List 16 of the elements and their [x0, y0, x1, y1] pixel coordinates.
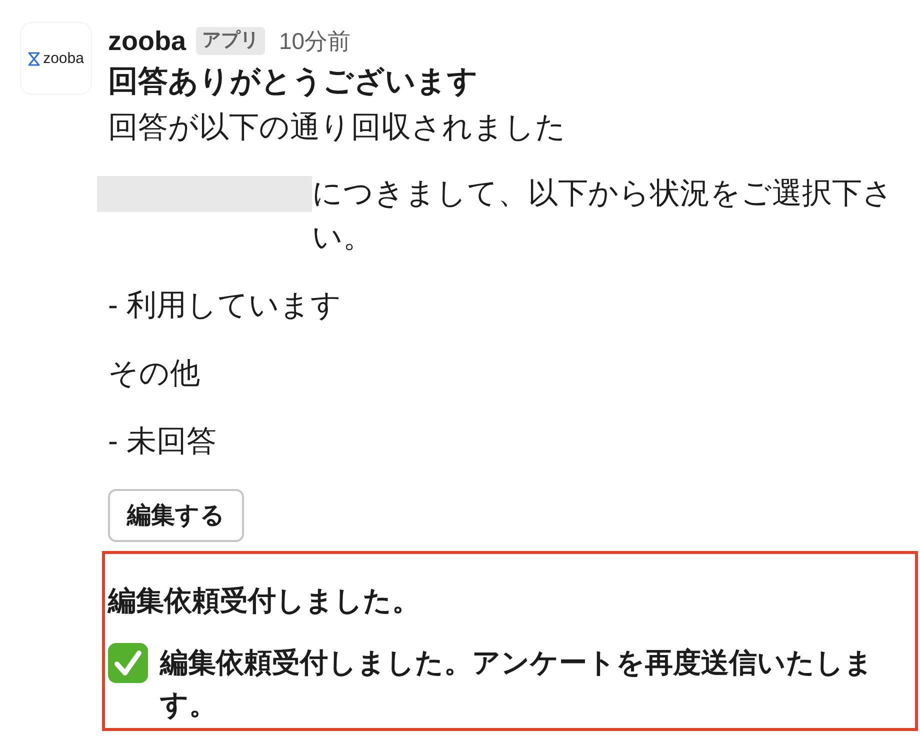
message-text: - 未回答 [108, 424, 218, 460]
message-text: につきまして、以下から状況をご選択下さい。 [312, 176, 893, 256]
sender-name[interactable]: zooba [108, 24, 186, 58]
message-text: - 利用しています [108, 288, 342, 324]
message-title: 回答ありがとうございます [108, 64, 479, 100]
app-avatar[interactable]: zooba [20, 22, 92, 95]
message-subtitle: 回答が以下の通り回収されました [108, 110, 567, 146]
timestamp[interactable]: 10分前 [279, 26, 351, 56]
reply-confirmation: 編集依頼受付しました。アンケートを再度送信いたします。 [160, 646, 874, 722]
reply-heading: 編集依頼受付しました。 [108, 584, 421, 618]
edit-button[interactable]: 編集する [108, 489, 244, 542]
message-text: その他 [108, 356, 201, 392]
logo-text: zooba [43, 50, 84, 68]
app-badge: アプリ [196, 27, 265, 55]
hourglass-icon [28, 52, 40, 66]
check-icon [108, 643, 148, 683]
